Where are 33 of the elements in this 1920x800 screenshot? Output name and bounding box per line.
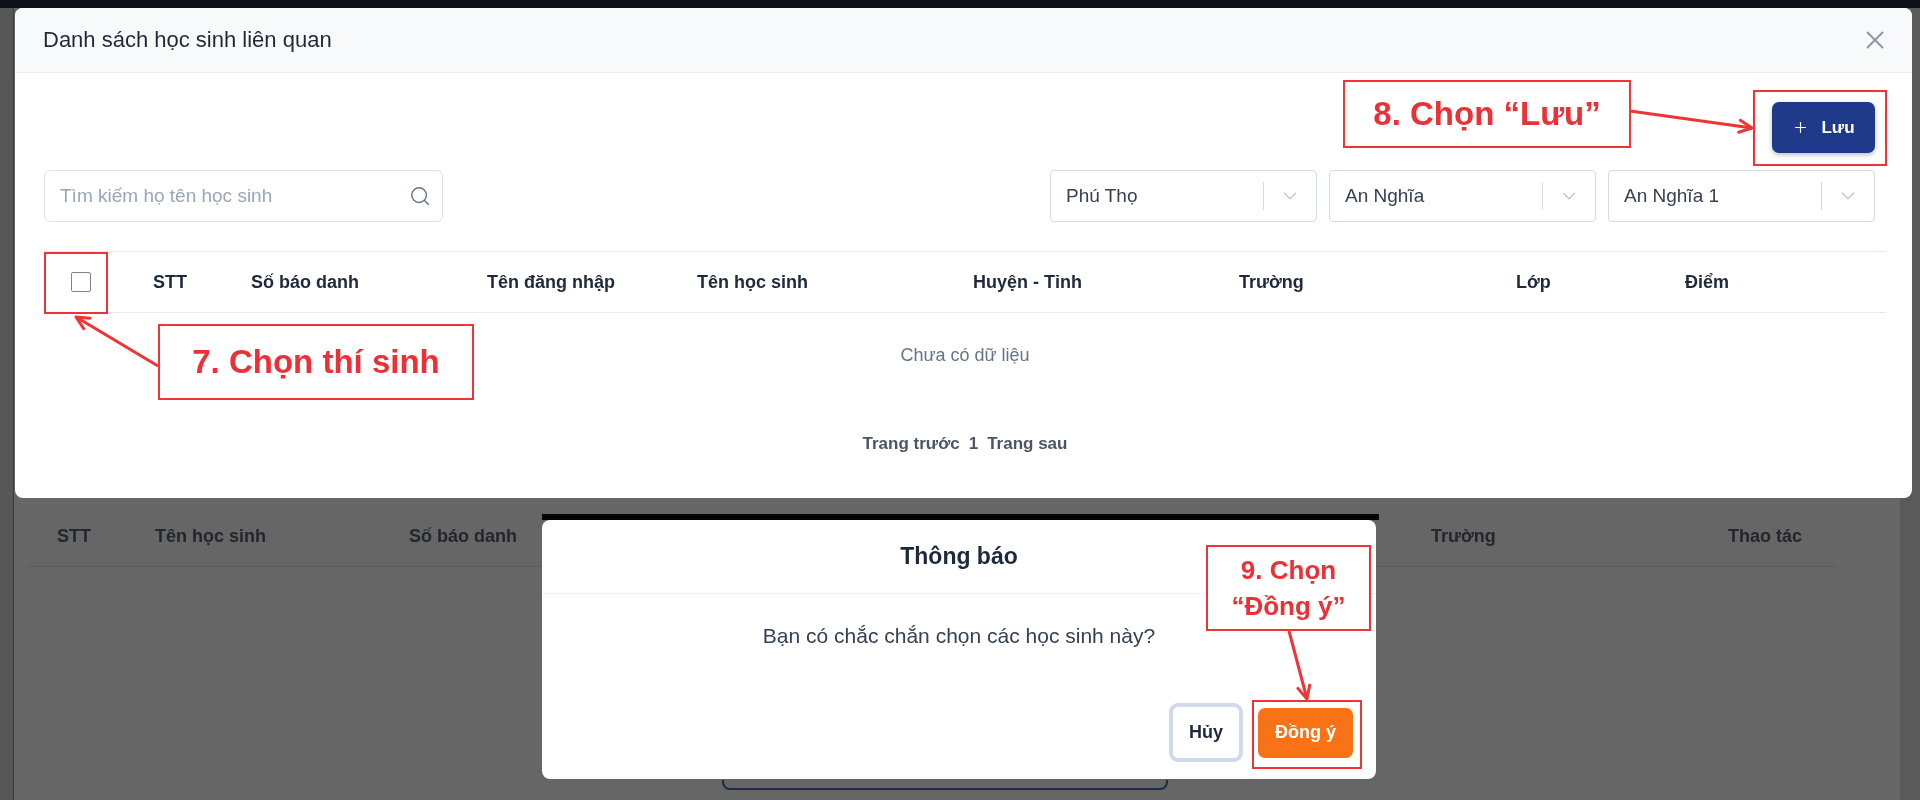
- callout-label: 9. Chọn “Đồng ý”: [1206, 545, 1371, 631]
- column-header: Thao tác: [1728, 526, 1802, 547]
- save-button[interactable]: Lưu: [1772, 102, 1875, 153]
- empty-message: Chưa có dữ liệu: [900, 344, 1030, 366]
- select-all-checkbox[interactable]: [71, 272, 91, 292]
- column-header: STT: [153, 271, 187, 293]
- column-header: Lớp: [1516, 271, 1551, 293]
- filter-dropdown[interactable]: An Nghĩa 1: [1608, 170, 1875, 222]
- column-header: Số báo danh: [251, 271, 359, 293]
- column-header: Trường: [1431, 526, 1496, 547]
- page-number[interactable]: 1: [968, 434, 979, 454]
- dialog-title: Thông báo: [900, 543, 1018, 570]
- cancel-button[interactable]: Hủy: [1169, 703, 1243, 762]
- next-page-link[interactable]: Trang sau: [987, 434, 1068, 454]
- search-field[interactable]: Tìm kiếm họ tên học sinh: [44, 170, 443, 222]
- filter-dropdown[interactable]: Phú Thọ: [1050, 170, 1317, 222]
- callout-arrow: [1287, 630, 1312, 701]
- previous-page-link[interactable]: Trang trước: [862, 434, 960, 454]
- callout-label: 8. Chọn “Lưu”: [1343, 80, 1631, 148]
- column-header: Số báo danh: [409, 526, 517, 547]
- highlight-frame: [44, 252, 108, 314]
- column-header: Trường: [1239, 271, 1304, 293]
- column-header: STT: [57, 526, 91, 547]
- modal-title: Danh sách học sinh liên quan: [43, 27, 332, 53]
- filter-dropdown[interactable]: An Nghĩa: [1329, 170, 1596, 222]
- column-header: Huyện - Tỉnh: [973, 271, 1082, 293]
- callout-label: 7. Chọn thí sinh: [158, 324, 474, 400]
- search-icon: [409, 185, 431, 207]
- dialog-message: Bạn có chắc chắn chọn các học sinh này?: [762, 624, 1156, 647]
- column-header: Tên đăng nhập: [487, 271, 615, 293]
- column-header: Điểm: [1685, 271, 1729, 293]
- column-header: Tên học sinh: [155, 526, 266, 547]
- column-header: Tên học sinh: [697, 271, 808, 293]
